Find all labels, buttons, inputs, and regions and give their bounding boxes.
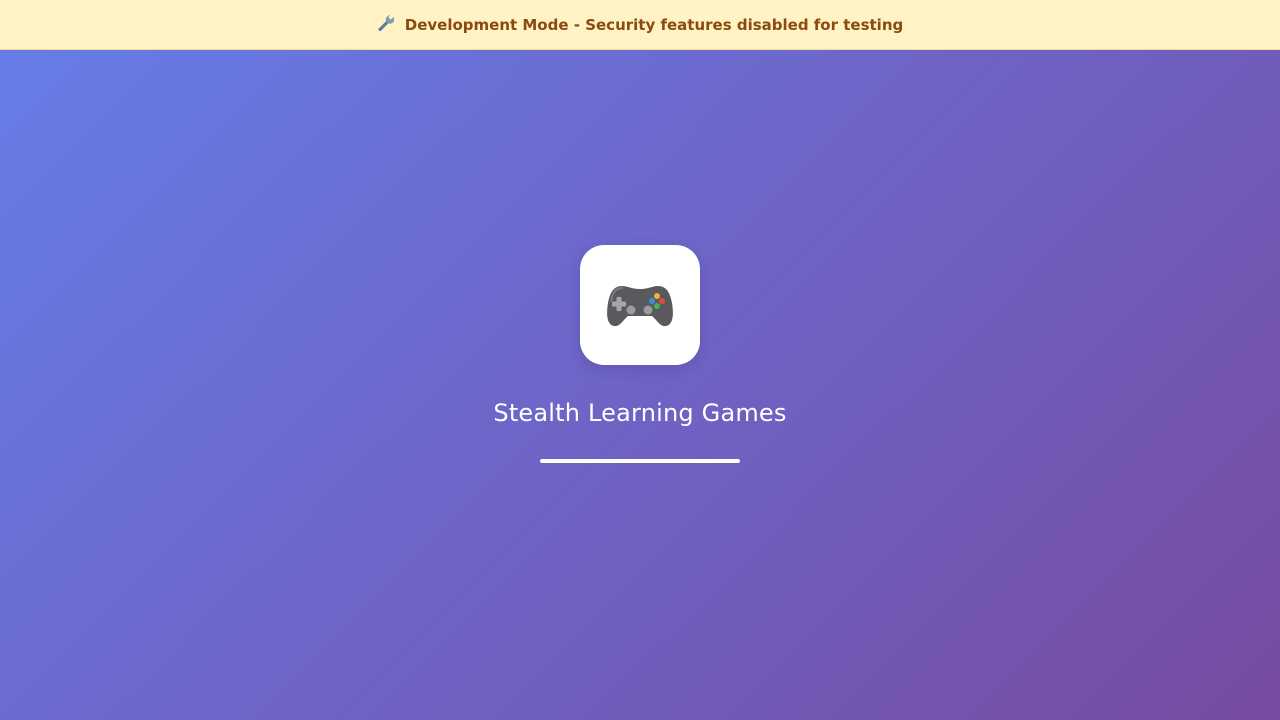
splash-screen: Stealth Learning Games [0, 245, 1280, 463]
loading-progress-fill [540, 459, 740, 463]
loading-progress-bar [540, 459, 740, 463]
app-title: Stealth Learning Games [493, 399, 787, 427]
dev-mode-banner-text: Development Mode - Security features dis… [404, 15, 904, 34]
wrench-icon [377, 13, 397, 37]
app-logo [580, 245, 700, 365]
dev-mode-banner: Development Mode - Security features dis… [0, 0, 1280, 50]
game-controller-icon [607, 286, 673, 327]
